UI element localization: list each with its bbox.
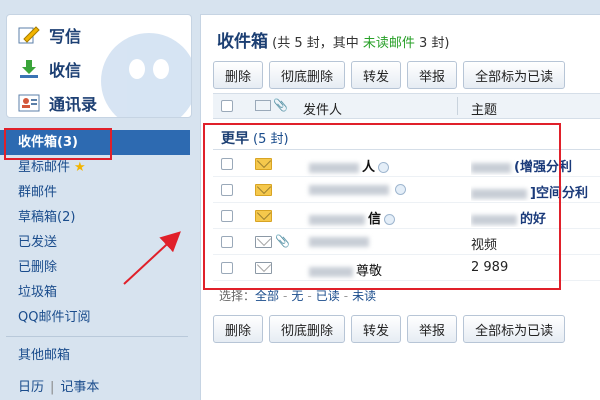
annotation-arrow-icon [123, 231, 181, 285]
